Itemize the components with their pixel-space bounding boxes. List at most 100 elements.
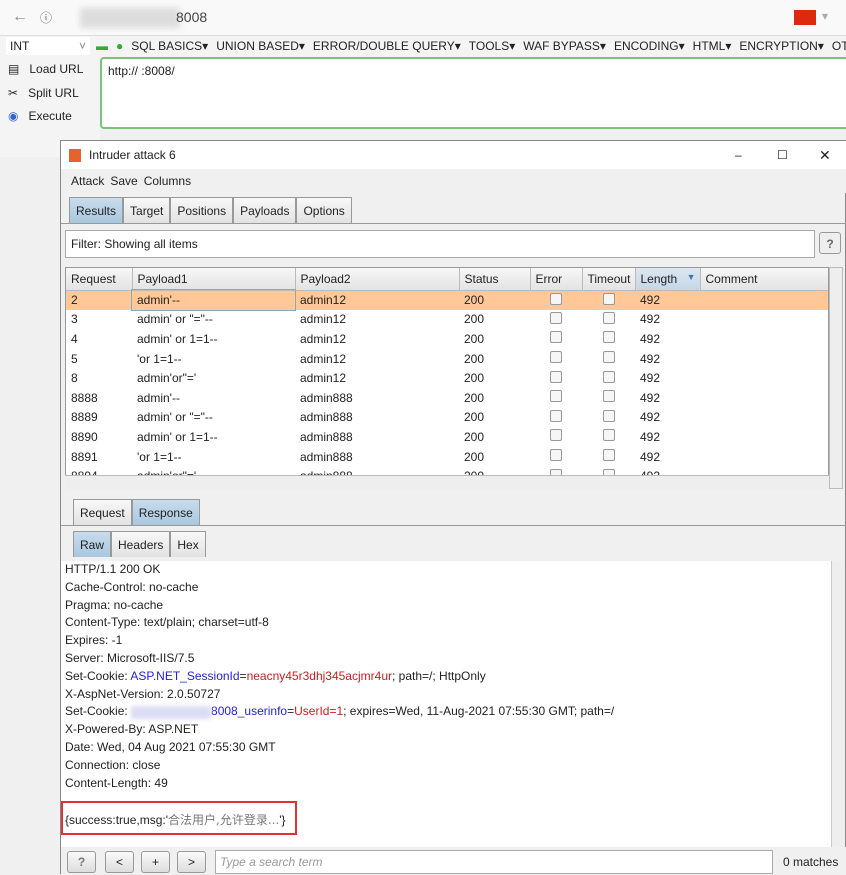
search-input[interactable]: Type a search term xyxy=(215,850,773,874)
menu-encryption[interactable]: ENCRYPTION▾ xyxy=(739,39,823,53)
cell-error[interactable] xyxy=(530,329,582,349)
minimize-button[interactable]: – xyxy=(735,141,742,169)
checkbox[interactable] xyxy=(602,292,615,305)
checkbox[interactable] xyxy=(550,429,562,442)
col-timeout[interactable]: Timeout xyxy=(582,268,636,291)
menu-sql-basics[interactable]: SQL BASICS▾ xyxy=(131,39,208,53)
col-error[interactable]: Error xyxy=(530,268,583,291)
menu-save[interactable]: Save xyxy=(110,169,137,193)
table-row[interactable]: 2 admin'-- admin12 200 492 xyxy=(66,289,828,311)
table-row[interactable]: 3 admin' or "="-- admin12 200 492 xyxy=(66,310,828,330)
info-icon[interactable]: ⓘ xyxy=(40,9,52,26)
tab-target[interactable]: Target xyxy=(123,197,171,223)
previous-button[interactable]: < xyxy=(105,851,134,873)
cell-timeout[interactable] xyxy=(582,427,635,447)
table-vertical-scrollbar[interactable] xyxy=(829,267,843,489)
next-button[interactable]: > xyxy=(177,851,206,873)
col-payload1[interactable]: Payload1 xyxy=(132,268,296,291)
address-text[interactable]: 8008 xyxy=(176,9,207,25)
cell-error[interactable] xyxy=(530,310,582,330)
checkbox[interactable] xyxy=(550,409,562,422)
table-row[interactable]: 5 'or 1=1-- admin12 200 492 xyxy=(66,349,828,369)
filter-bar[interactable]: Filter: Showing all items xyxy=(65,230,815,258)
menu-union-based[interactable]: UNION BASED▾ xyxy=(216,39,305,53)
cell-timeout[interactable] xyxy=(582,349,635,369)
checkbox[interactable] xyxy=(602,429,615,442)
checkbox[interactable] xyxy=(602,409,615,422)
plus-icon[interactable]: ● xyxy=(116,39,123,53)
checkbox[interactable] xyxy=(602,331,615,344)
cell-timeout[interactable] xyxy=(582,388,635,408)
cn-flag-icon[interactable] xyxy=(794,10,816,25)
dropdown-icon[interactable]: ▾ xyxy=(822,9,828,23)
col-comment[interactable]: Comment xyxy=(700,268,828,291)
table-row[interactable]: 8891 'or 1=1-- admin888 200 492 xyxy=(66,447,828,467)
tab-hex[interactable]: Hex xyxy=(170,531,206,557)
checkbox[interactable] xyxy=(602,351,615,364)
menu-encoding[interactable]: ENCODING▾ xyxy=(614,39,685,53)
checkbox[interactable] xyxy=(550,390,562,403)
table-row[interactable]: 8890 admin' or 1=1-- admin888 200 492 xyxy=(66,427,828,447)
menu-html[interactable]: HTML▾ xyxy=(693,39,732,53)
cell-error[interactable] xyxy=(530,388,582,408)
url-textarea[interactable]: http:// :8008/ xyxy=(100,57,846,129)
cell-timeout[interactable] xyxy=(582,290,635,310)
col-payload2[interactable]: Payload2 xyxy=(295,268,460,291)
checkbox[interactable] xyxy=(602,449,615,462)
checkbox[interactable] xyxy=(550,370,562,383)
col-status[interactable]: Status xyxy=(459,268,531,291)
cell-timeout[interactable] xyxy=(582,310,635,330)
help-button[interactable]: ? xyxy=(819,232,841,254)
execute-button[interactable]: ◉ Execute xyxy=(8,109,72,123)
help-button[interactable]: ? xyxy=(67,851,96,873)
checkbox[interactable] xyxy=(602,311,615,324)
checkbox[interactable] xyxy=(550,351,562,364)
add-button[interactable]: + xyxy=(141,851,170,873)
response-scrollbar[interactable] xyxy=(831,561,845,847)
cell-error[interactable] xyxy=(530,447,582,467)
menu-columns[interactable]: Columns xyxy=(144,169,191,193)
split-url-button[interactable]: ✂ Split URL xyxy=(8,86,79,100)
cell-error[interactable] xyxy=(530,349,582,369)
cell-error[interactable] xyxy=(530,290,582,310)
tab-raw[interactable]: Raw xyxy=(73,531,112,557)
minus-icon[interactable]: ▬ xyxy=(96,39,108,53)
cell-error[interactable] xyxy=(530,427,582,447)
back-icon[interactable]: ← xyxy=(12,8,28,26)
checkbox[interactable] xyxy=(602,390,615,403)
menu-tools[interactable]: TOOLS▾ xyxy=(469,39,515,53)
tab-request[interactable]: Request xyxy=(73,499,132,525)
table-row[interactable]: 8888 admin'-- admin888 200 492 xyxy=(66,388,828,408)
checkbox[interactable] xyxy=(550,449,562,462)
cell-error[interactable] xyxy=(530,368,582,388)
tab-headers[interactable]: Headers xyxy=(111,531,171,557)
col-request[interactable]: Request xyxy=(66,268,133,291)
checkbox[interactable] xyxy=(550,292,562,305)
cell-timeout[interactable] xyxy=(582,368,635,388)
table-horizontal-scrollbar[interactable] xyxy=(65,475,829,489)
checkbox[interactable] xyxy=(550,311,562,324)
menu-attack[interactable]: Attack xyxy=(71,169,104,193)
cell-timeout[interactable] xyxy=(582,447,635,467)
checkbox[interactable] xyxy=(602,370,615,383)
table-row[interactable]: 8889 admin' or "="-- admin888 200 492 xyxy=(66,408,828,428)
load-url-button[interactable]: ▤ Load URL xyxy=(8,62,83,76)
close-button[interactable]: ✕ xyxy=(819,141,831,169)
cell-timeout[interactable] xyxy=(582,329,635,349)
cell-error[interactable] xyxy=(530,408,582,428)
cell-timeout[interactable] xyxy=(582,408,635,428)
menu-other[interactable]: OTHER▾ xyxy=(832,39,846,53)
type-select[interactable]: INT ˅ xyxy=(6,37,90,55)
table-row[interactable]: 8 admin'or"=' admin12 200 492 xyxy=(66,368,828,388)
tab-results[interactable]: Results xyxy=(69,197,124,223)
response-body[interactable]: HTTP/1.1 200 OK Cache-Control: no-cache … xyxy=(61,561,831,847)
table-row[interactable]: 4 admin' or 1=1-- admin12 200 492 xyxy=(66,329,828,349)
menu-waf-bypass[interactable]: WAF BYPASS▾ xyxy=(523,39,606,53)
col-length[interactable]: Length ▼ xyxy=(635,268,701,291)
maximize-button[interactable]: ☐ xyxy=(777,141,788,169)
menu-error-double-query[interactable]: ERROR/DOUBLE QUERY▾ xyxy=(313,39,461,53)
tab-response[interactable]: Response xyxy=(131,499,200,525)
checkbox[interactable] xyxy=(550,331,562,344)
tab-payloads[interactable]: Payloads xyxy=(233,197,297,223)
tab-positions[interactable]: Positions xyxy=(170,197,234,223)
